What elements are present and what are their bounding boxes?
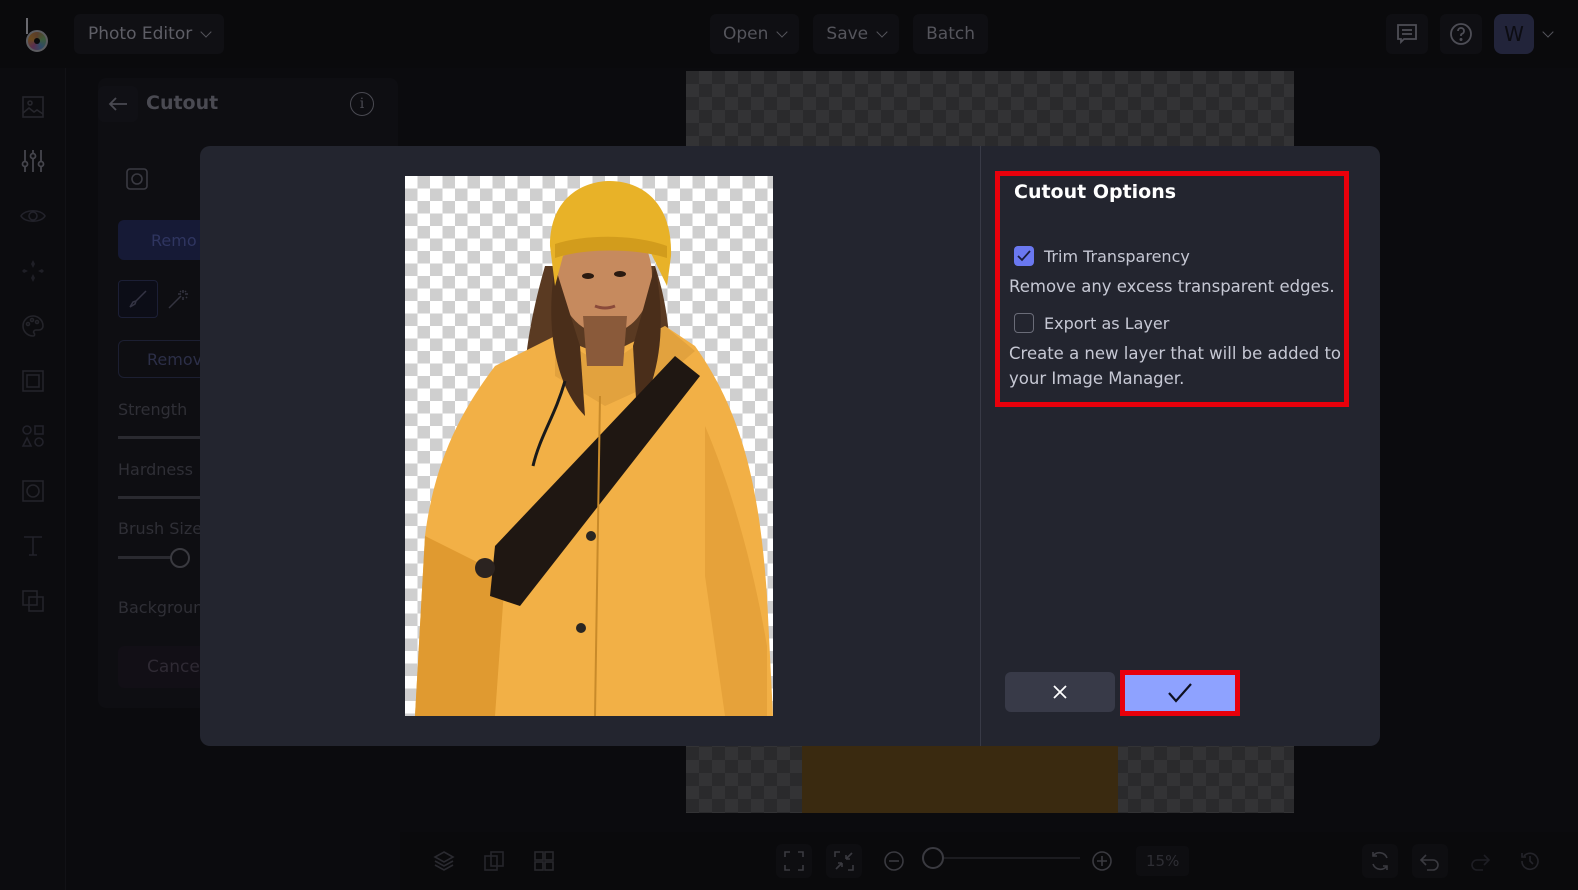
brush-size-slider[interactable] [118,556,178,559]
history-button[interactable] [1512,844,1548,878]
magic-wand-button[interactable] [162,280,194,318]
grid-button[interactable] [526,844,562,878]
checkmark-icon [1017,250,1031,262]
back-button[interactable] [98,86,138,122]
redo-button[interactable] [1462,844,1498,878]
export-as-layer-checkbox[interactable] [1014,313,1034,333]
bottom-toolbar: 15% [400,832,1578,890]
replace-image-button[interactable] [476,844,512,878]
zoom-out-button[interactable] [876,844,912,878]
fit-screen-button[interactable] [776,844,812,878]
sparkle-icon[interactable] [20,258,46,284]
subject-illustration [415,181,773,716]
chat-icon [1397,24,1417,45]
cutout-preview-image [405,176,773,716]
refresh-icon [1372,851,1388,871]
trim-transparency-label: Trim Transparency [1044,246,1190,266]
info-icon[interactable]: i [350,92,374,116]
reset-button[interactable] [1362,844,1398,878]
cutout-options-dialog: Cutout Options Trim Transparency Remove … [200,146,1380,746]
save-label: Save [826,24,869,44]
zoom-in-icon [1092,851,1112,871]
zoom-slider-handle[interactable] [922,847,944,869]
image-icon[interactable] [20,94,46,120]
save-menu-button[interactable]: Save [813,14,900,54]
logo-icon[interactable] [18,14,56,54]
text-icon[interactable] [20,533,46,559]
confirm-highlight [1120,670,1240,716]
batch-label: Batch [926,24,976,44]
zoom-slider-track[interactable] [934,857,1080,859]
shapes-icon[interactable] [20,423,46,449]
dialog-confirm-button[interactable] [1125,675,1235,711]
dialog-divider [980,146,981,746]
open-label: Open [723,24,769,44]
eye-icon[interactable] [20,203,46,229]
compress-icon [834,851,854,871]
texture-icon[interactable] [20,478,46,504]
batch-button[interactable]: Batch [913,14,989,54]
help-button[interactable] [1440,14,1482,54]
avatar-initial: W [1504,22,1524,46]
open-menu-button[interactable]: Open [710,14,800,54]
options-title: Cutout Options [1014,181,1177,203]
undo-button[interactable] [1412,844,1448,878]
arrow-left-icon [108,97,127,111]
overlay-icon[interactable] [20,588,46,614]
grid-icon [534,851,554,871]
zoom-percent[interactable]: 15% [1136,846,1190,876]
brush-icon [129,290,147,308]
user-avatar[interactable]: W [1494,14,1534,54]
export-as-layer-description: Create a new layer that will be added to… [1009,344,1342,388]
brush-size-slider-handle[interactable] [170,548,190,568]
tool-rail [0,68,66,890]
brush-size-label: Brush Size [118,519,203,538]
export-as-layer-label: Export as Layer [1044,313,1170,333]
history-icon [1521,852,1539,871]
panel-title: Cutout [146,92,219,114]
cutout-options-section: Cutout Options Trim Transparency Remove … [995,171,1349,407]
adjustments-icon[interactable] [20,148,46,174]
zoom-out-icon [884,851,904,871]
redo-icon [1471,854,1491,871]
square-tool-button[interactable] [118,160,156,198]
trim-transparency-checkbox[interactable] [1014,246,1034,266]
frame-square-icon [126,168,148,190]
export-as-layer-option[interactable]: Export as Layer [1014,313,1169,333]
close-icon [1053,685,1067,699]
strength-label: Strength [118,400,188,419]
app-menu-label: Photo Editor [88,24,193,44]
trim-transparency-option[interactable]: Trim Transparency [1014,246,1190,266]
zoom-in-button[interactable] [1084,844,1120,878]
undo-icon [1419,854,1439,871]
brush-tool-button[interactable] [118,280,158,318]
account-chevron-down-icon[interactable] [1542,26,1554,38]
dialog-cancel-button[interactable] [1005,672,1115,712]
magic-wand-icon [168,290,188,309]
layers-icon [433,851,455,871]
actual-size-button[interactable] [826,844,862,878]
check-icon [1168,683,1192,703]
background-label: Backgroun [118,598,204,617]
chevron-down-icon [200,26,212,38]
top-bar: Photo Editor Open Save Batch W [0,0,1578,68]
frame-icon[interactable] [20,368,46,394]
help-icon [1450,23,1472,45]
hardness-label: Hardness [118,460,193,479]
replace-image-icon [484,851,504,871]
chevron-down-icon [776,26,789,38]
app-menu-dropdown[interactable]: Photo Editor [74,14,225,54]
chevron-down-icon [876,26,888,38]
trim-transparency-description: Remove any excess transparent edges. [1009,277,1335,296]
feedback-button[interactable] [1386,14,1428,54]
layers-button[interactable] [426,844,462,878]
photo-editor-app: Photo Editor Open Save Batch W Cutout i … [0,0,1578,890]
palette-icon[interactable] [20,313,46,339]
expand-icon [784,851,804,871]
